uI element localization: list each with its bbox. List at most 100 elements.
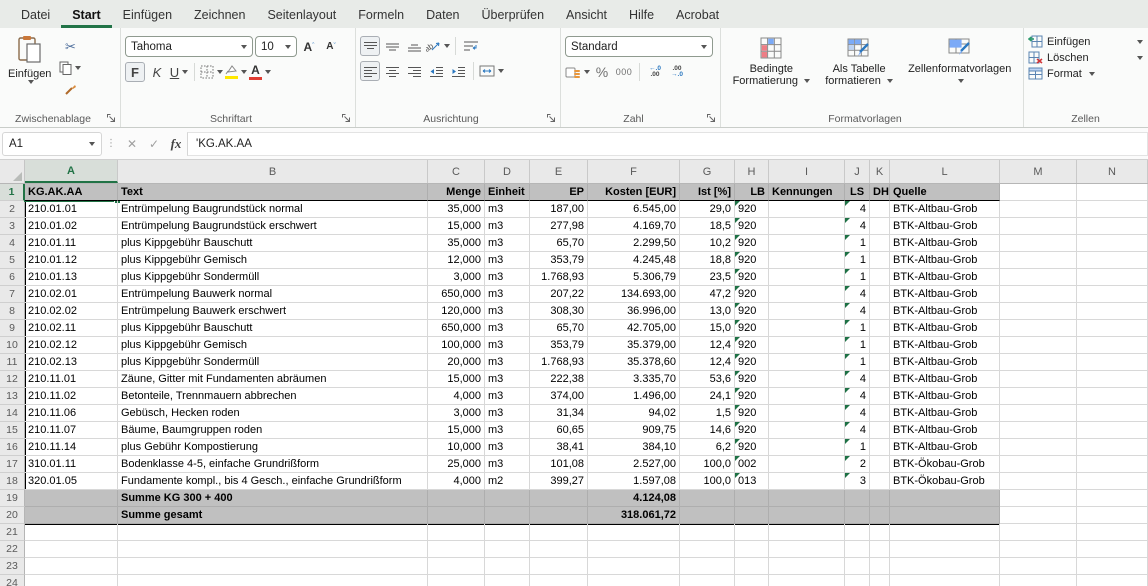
cell-K3[interactable] (870, 218, 890, 235)
cell-H6[interactable]: 920 (735, 269, 769, 286)
cell-A21[interactable] (25, 524, 118, 541)
cell-K14[interactable] (870, 405, 890, 422)
cell-L8[interactable]: BTK-Altbau-Grob (890, 303, 1000, 320)
cell-N5[interactable] (1077, 252, 1148, 269)
cell-C20[interactable] (428, 507, 485, 524)
cell-N19[interactable] (1077, 490, 1148, 507)
cell-C4[interactable]: 35,000 (428, 235, 485, 252)
cell-G4[interactable]: 10,2 (680, 235, 735, 252)
cell-K11[interactable] (870, 354, 890, 371)
cell-J18[interactable]: 3 (845, 473, 870, 490)
cell-H3[interactable]: 920 (735, 218, 769, 235)
cell-K18[interactable] (870, 473, 890, 490)
cell-B21[interactable] (118, 524, 428, 541)
cell-B24[interactable] (118, 575, 428, 586)
cell-F4[interactable]: 2.299,50 (588, 235, 680, 252)
cell-C2[interactable]: 35,000 (428, 201, 485, 218)
insert-function-icon[interactable]: fx (165, 136, 187, 152)
cell-E4[interactable]: 65,70 (530, 235, 588, 252)
decrease-decimal-icon[interactable]: .00→.0 (667, 62, 687, 82)
cell-A16[interactable]: 210.11.14 (25, 439, 118, 456)
cell-E22[interactable] (530, 541, 588, 558)
cell-L23[interactable] (890, 558, 1000, 575)
cell-C6[interactable]: 3,000 (428, 269, 485, 286)
cell-A18[interactable]: 320.01.05 (25, 473, 118, 490)
increase-decimal-icon[interactable]: ←.0.00 (645, 62, 665, 82)
cell-B8[interactable]: Entrümpelung Bauwerk erschwert (118, 303, 428, 320)
cell-A19[interactable] (25, 490, 118, 507)
cell-G23[interactable] (680, 558, 735, 575)
cell-D13[interactable]: m3 (485, 388, 530, 405)
cell-N17[interactable] (1077, 456, 1148, 473)
cell-B10[interactable]: plus Kippgebühr Gemisch (118, 337, 428, 354)
cell-styles-button[interactable]: Zellenformatvorlagen (904, 34, 1015, 89)
underline-button[interactable]: U (169, 62, 189, 82)
cell-G9[interactable]: 15,0 (680, 320, 735, 337)
cell-C19[interactable] (428, 490, 485, 507)
cell-J12[interactable]: 4 (845, 371, 870, 388)
cell-G13[interactable]: 24,1 (680, 388, 735, 405)
cell-D7[interactable]: m3 (485, 286, 530, 303)
cell-C17[interactable]: 25,000 (428, 456, 485, 473)
column-header-B[interactable]: B (118, 160, 428, 183)
cell-K20[interactable] (870, 507, 890, 524)
tab-start[interactable]: Start (61, 3, 111, 28)
cell-D12[interactable]: m3 (485, 371, 530, 388)
cell-I14[interactable] (769, 405, 845, 422)
format-painter-icon[interactable] (59, 79, 81, 99)
cell-E23[interactable] (530, 558, 588, 575)
column-header-M[interactable]: M (1000, 160, 1077, 183)
cell-C5[interactable]: 12,000 (428, 252, 485, 269)
cell-E2[interactable]: 187,00 (530, 201, 588, 218)
column-header-E[interactable]: E (530, 160, 588, 183)
cell-J16[interactable]: 1 (845, 439, 870, 456)
cell-F3[interactable]: 4.169,70 (588, 218, 680, 235)
cell-D16[interactable]: m3 (485, 439, 530, 456)
cell-A6[interactable]: 210.01.13 (25, 269, 118, 286)
cell-K10[interactable] (870, 337, 890, 354)
row-header-6[interactable]: 6 (0, 269, 25, 286)
cell-F2[interactable]: 6.545,00 (588, 201, 680, 218)
cell-M19[interactable] (1000, 490, 1077, 507)
cell-D15[interactable]: m3 (485, 422, 530, 439)
cell-L9[interactable]: BTK-Altbau-Grob (890, 320, 1000, 337)
cell-I6[interactable] (769, 269, 845, 286)
cell-B14[interactable]: Gebüsch, Hecken roden (118, 405, 428, 422)
cell-C1[interactable]: Menge (428, 184, 485, 201)
cell-I11[interactable] (769, 354, 845, 371)
tab-hilfe[interactable]: Hilfe (618, 3, 665, 28)
cell-B15[interactable]: Bäume, Baumgruppen roden (118, 422, 428, 439)
cell-D19[interactable] (485, 490, 530, 507)
cell-A5[interactable]: 210.01.12 (25, 252, 118, 269)
cell-H18[interactable]: 013 (735, 473, 769, 490)
cell-F20[interactable]: 318.061,72 (588, 507, 680, 524)
cell-N21[interactable] (1077, 524, 1148, 541)
cell-E14[interactable]: 31,34 (530, 405, 588, 422)
cell-F5[interactable]: 4.245,48 (588, 252, 680, 269)
cell-F14[interactable]: 94,02 (588, 405, 680, 422)
cell-A7[interactable]: 210.02.01 (25, 286, 118, 303)
cell-C15[interactable]: 15,000 (428, 422, 485, 439)
cell-J21[interactable] (845, 524, 870, 541)
tab-seitenlayout[interactable]: Seitenlayout (256, 3, 347, 28)
cell-F13[interactable]: 1.496,00 (588, 388, 680, 405)
cell-F22[interactable] (588, 541, 680, 558)
orientation-button[interactable]: ab (426, 36, 450, 56)
cell-H2[interactable]: 920 (735, 201, 769, 218)
cell-H16[interactable]: 920 (735, 439, 769, 456)
cell-B16[interactable]: plus Gebühr Kompostierung (118, 439, 428, 456)
cell-D17[interactable]: m3 (485, 456, 530, 473)
cell-E5[interactable]: 353,79 (530, 252, 588, 269)
cell-H15[interactable]: 920 (735, 422, 769, 439)
cell-L4[interactable]: BTK-Altbau-Grob (890, 235, 1000, 252)
insert-cells-button[interactable]: Einfügen (1028, 35, 1143, 48)
cell-D21[interactable] (485, 524, 530, 541)
cell-L22[interactable] (890, 541, 1000, 558)
cell-D6[interactable]: m3 (485, 269, 530, 286)
cell-L7[interactable]: BTK-Altbau-Grob (890, 286, 1000, 303)
row-header-18[interactable]: 18 (0, 473, 25, 490)
fill-color-button[interactable] (225, 62, 247, 82)
cell-H23[interactable] (735, 558, 769, 575)
row-header-2[interactable]: 2 (0, 201, 25, 218)
cell-I23[interactable] (769, 558, 845, 575)
